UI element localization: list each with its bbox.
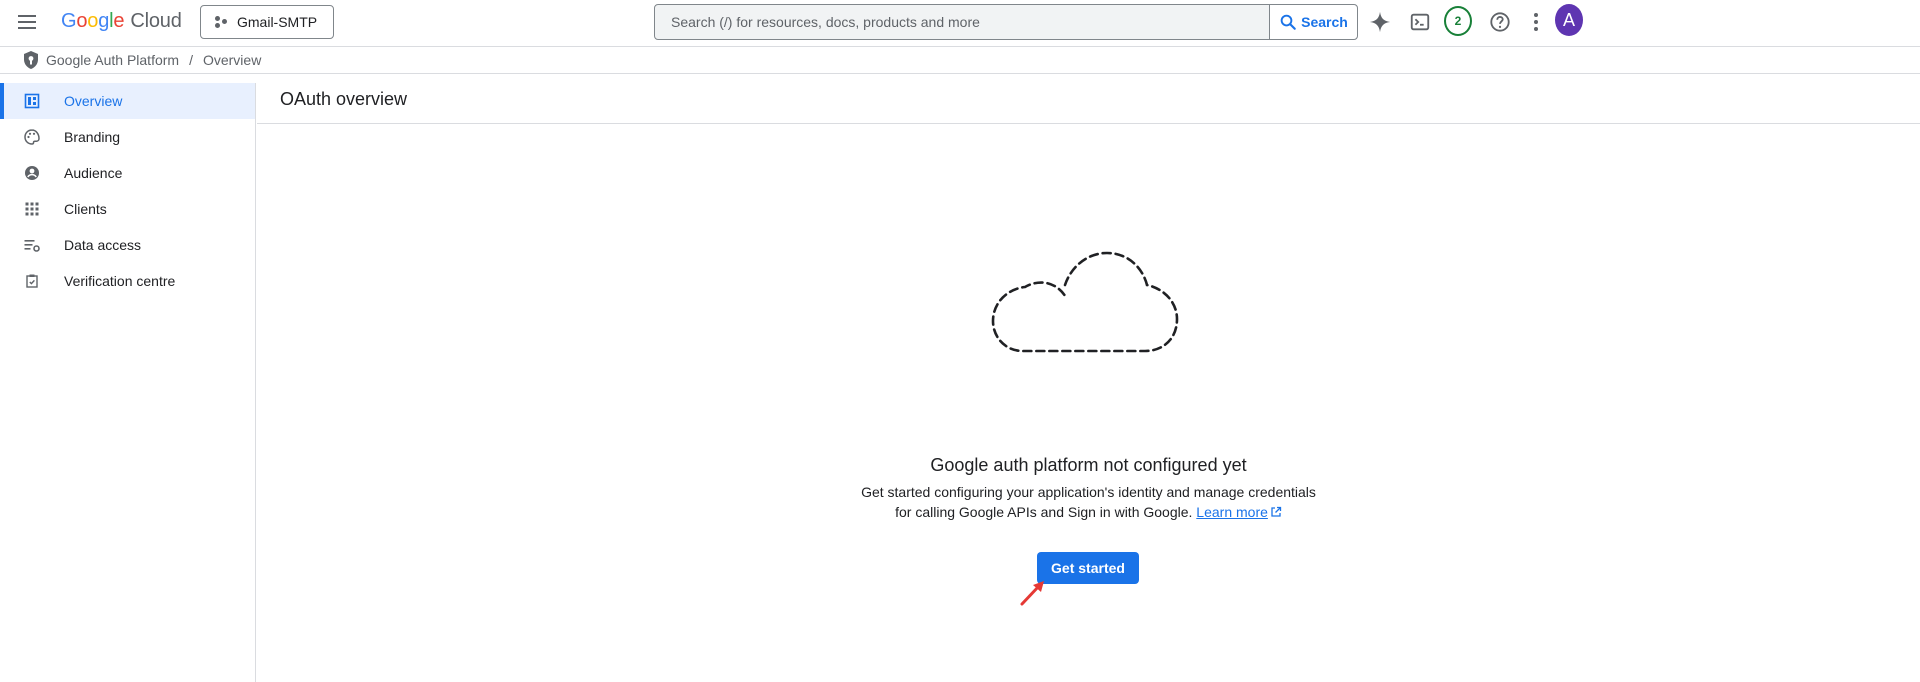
cloud-outline-illustration	[991, 251, 1179, 353]
top-bar: GoogleCloud Gmail-SMTP Search 2 A	[0, 0, 1920, 44]
external-link-icon	[1271, 506, 1282, 517]
get-started-button[interactable]: Get started	[1037, 552, 1139, 584]
more-options-icon[interactable]	[1522, 8, 1550, 36]
shield-lock-icon	[24, 51, 38, 69]
sidebar-item-data-access[interactable]: Data access	[0, 227, 255, 263]
breadcrumb-parent-link[interactable]: Google Auth Platform	[46, 52, 179, 68]
description-line-2: for calling Google APIs and Sign in with…	[257, 502, 1920, 522]
description-line-1: Get started configuring your application…	[861, 484, 1316, 500]
google-cloud-logo[interactable]: Go o g l e Cloud	[61, 10, 182, 33]
verification-icon	[26, 274, 38, 288]
page-title: OAuth overview	[257, 75, 1920, 124]
account-circle-icon	[25, 166, 39, 180]
search-input[interactable]	[655, 5, 1269, 39]
search-bar: Search	[654, 4, 1358, 40]
project-icon	[215, 16, 227, 28]
search-icon	[1280, 14, 1296, 30]
breadcrumb-current: Overview	[202, 52, 262, 68]
sidebar-item-verification-centre[interactable]: Verification centre	[0, 263, 255, 299]
project-picker-button[interactable]: Gmail-SMTP	[200, 5, 334, 39]
annotation-arrow-icon	[1020, 581, 1044, 606]
search-button[interactable]: Search	[1269, 5, 1357, 39]
empty-state-description: Get started configuring your application…	[257, 482, 1920, 522]
project-name: Gmail-SMTP	[237, 14, 318, 30]
data-settings-icon	[24, 240, 40, 252]
notifications-badge[interactable]: 2	[1444, 6, 1472, 36]
sidebar-item-clients[interactable]: Clients	[0, 191, 255, 227]
palette-icon	[24, 129, 40, 145]
learn-more-link[interactable]: Learn more	[1196, 504, 1282, 520]
account-avatar[interactable]: A	[1555, 4, 1583, 36]
empty-state-panel: Google auth platform not configured yet …	[257, 125, 1920, 682]
breadcrumb: Google Auth Platform / Overview	[0, 46, 1920, 74]
main-menu-icon[interactable]	[14, 10, 40, 34]
sidebar-item-audience[interactable]: Audience	[0, 155, 255, 191]
sidebar-item-branding[interactable]: Branding	[0, 119, 255, 155]
empty-state-title: Google auth platform not configured yet	[930, 455, 1247, 475]
apps-grid-icon	[25, 202, 39, 216]
dashboard-icon	[24, 93, 40, 109]
gemini-sparkle-icon[interactable]	[1366, 8, 1394, 36]
cloud-shell-icon[interactable]	[1406, 8, 1434, 36]
sidebar: Overview Branding Audience Clients Data …	[0, 83, 256, 682]
breadcrumb-separator: /	[189, 52, 193, 68]
help-icon[interactable]	[1486, 8, 1514, 36]
sidebar-item-overview[interactable]: Overview	[0, 83, 255, 119]
